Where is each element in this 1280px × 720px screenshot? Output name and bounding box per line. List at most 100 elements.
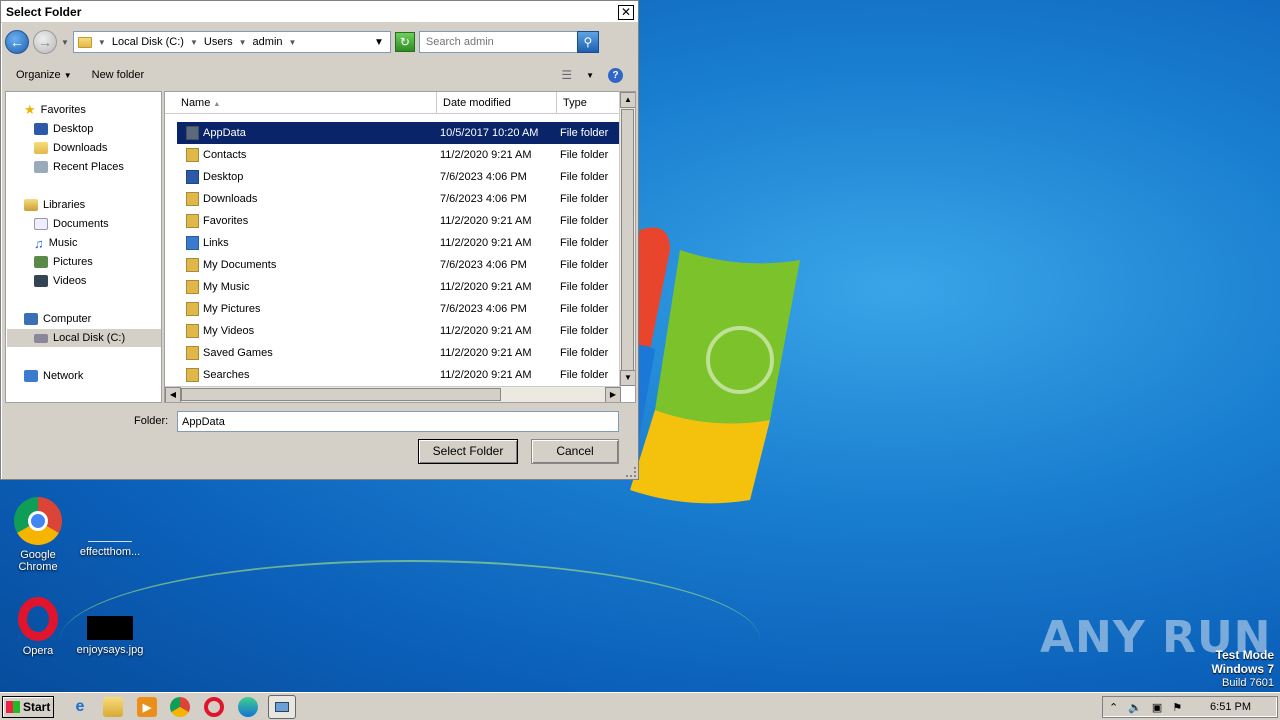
nav-computer[interactable]: Computer [24,310,91,328]
file-row[interactable]: Downloads 7/6/2023 4:06 PM File folder [177,188,621,210]
back-button[interactable]: ← [5,30,29,54]
file-row[interactable]: Desktop 7/6/2023 4:06 PM File folder [177,166,621,188]
windows-icon [6,701,20,713]
nav-local-disk[interactable]: Local Disk (C:) [7,329,161,347]
chevron-down-icon[interactable]: ▼ [190,38,198,47]
nav-recent-places[interactable]: Recent Places [34,158,124,176]
cancel-button[interactable]: Cancel [531,439,619,464]
nav-favorites[interactable]: ★ Favorites [24,101,86,119]
explorer-icon[interactable] [103,697,123,717]
scroll-thumb[interactable] [621,109,634,371]
folder-icon [186,258,199,272]
taskbar: Start e ▶ ⌃ 🔈 ▣ ⚑ 6:51 PM [0,692,1280,720]
image-file-icon [87,616,133,640]
breadcrumb[interactable]: ▼ Local Disk (C:) ▼ Users ▼ admin ▼ ▼ [72,31,391,53]
folder-icon [186,324,199,338]
type-cell: File folder [560,193,609,205]
folder-icon [186,192,199,206]
address-dropdown-icon[interactable]: ▼ [374,37,384,48]
file-row[interactable]: Contacts 11/2/2020 9:21 AM File folder [177,144,621,166]
nav-videos[interactable]: Videos [34,272,86,290]
nav-downloads[interactable]: Downloads [34,139,107,157]
folder-icon [77,36,92,48]
column-name[interactable]: Name ▲ [175,92,437,114]
breadcrumb-item-local-disk[interactable]: Local Disk (C:) [112,36,184,48]
file-row[interactable]: My Videos 11/2/2020 9:21 AM File folder [177,320,621,342]
chevron-down-icon[interactable]: ▼ [98,38,106,47]
file-row[interactable]: My Pictures 7/6/2023 4:06 PM File folder [177,298,621,320]
file-row[interactable]: Saved Games 11/2/2020 9:21 AM File folder [177,342,621,364]
file-name: Saved Games [203,347,273,359]
drive-icon [34,333,48,343]
file-row[interactable]: Searches 11/2/2020 9:21 AM File folder [177,364,621,386]
file-name: Contacts [203,149,247,161]
nav-network[interactable]: Network [24,367,83,385]
chevron-down-icon[interactable]: ▼ [289,38,297,47]
chevron-down-icon[interactable]: ▼ [586,71,594,80]
file-row[interactable]: My Documents 7/6/2023 4:06 PM File folder [177,254,621,276]
nav-documents[interactable]: Documents [34,215,109,233]
nav-desktop[interactable]: Desktop [34,120,93,138]
desktop-icon-chrome[interactable]: Google Chrome [0,497,76,573]
breadcrumb-item-admin[interactable]: admin [253,36,283,48]
name-cell: My Music [177,280,437,294]
name-cell: Contacts [177,148,437,162]
column-type[interactable]: Type [557,92,621,114]
search-icon[interactable]: ⚲ [576,31,599,53]
chrome-icon[interactable] [170,697,190,717]
scroll-right-icon[interactable]: ▶ [605,387,621,402]
scroll-thumb[interactable] [181,388,501,401]
volume-icon[interactable]: 🔈 [1128,701,1142,714]
type-cell: File folder [560,369,609,381]
opera-icon[interactable] [204,697,224,717]
start-button[interactable]: Start [2,696,54,718]
desktop-icon-opera[interactable]: Opera [0,597,76,657]
forward-button[interactable]: → [33,30,57,54]
downloads-icon [34,142,48,154]
desktop-icon-enjoysays[interactable]: enjoysays.jpg [72,616,148,656]
view-options-icon[interactable]: ☰ [561,68,572,82]
command-toolbar: Organize ▼ New folder ☰ ▼ ? [2,61,637,89]
nav-libraries[interactable]: Libraries [24,196,85,214]
name-cell: My Pictures [177,302,437,316]
edge-icon[interactable] [238,697,258,717]
scroll-up-icon[interactable]: ▲ [620,92,635,108]
file-row[interactable]: AppData 10/5/2017 10:20 AM File folder [177,122,621,144]
flag-icon[interactable]: ⚑ [1172,701,1182,714]
search-input[interactable] [425,36,576,48]
new-folder-button[interactable]: New folder [92,69,145,81]
file-row[interactable]: Favorites 11/2/2020 9:21 AM File folder [177,210,621,232]
chevron-down-icon: ▼ [63,71,72,80]
select-folder-task-icon[interactable] [268,695,296,719]
close-button[interactable]: ✕ [618,5,634,20]
ie-icon[interactable]: e [70,697,90,717]
scroll-down-icon[interactable]: ▼ [620,370,635,386]
refresh-button[interactable]: ↻ [394,32,415,52]
resize-grip[interactable] [626,467,636,477]
network-tray-icon[interactable]: ▣ [1152,701,1162,714]
nav-label: Local Disk (C:) [53,332,126,344]
horizontal-scrollbar[interactable]: ◀ ▶ [165,386,621,402]
vertical-scrollbar[interactable]: ▲ ▼ [619,92,635,386]
organize-menu[interactable]: Organize ▼ [16,69,72,81]
select-folder-button[interactable]: Select Folder [418,439,518,464]
folder-field[interactable] [177,411,619,432]
desktop-icon-effectthom[interactable]: effectthom... [72,520,148,558]
nav-pictures[interactable]: Pictures [34,253,93,271]
breadcrumb-item-users[interactable]: Users [204,36,233,48]
scroll-left-icon[interactable]: ◀ [165,387,181,402]
media-player-icon[interactable]: ▶ [137,697,157,717]
date-cell: 11/2/2020 9:21 AM [440,215,532,227]
navigation-pane: ★ Favorites Desktop Downloads Recent Pla… [5,91,162,403]
column-date[interactable]: Date modified [437,92,557,114]
clock[interactable]: 6:51 PM [1210,701,1251,713]
file-row[interactable]: My Music 11/2/2020 9:21 AM File folder [177,276,621,298]
file-row[interactable]: Links 11/2/2020 9:21 AM File folder [177,232,621,254]
nav-music[interactable]: ♫ Music [34,234,77,252]
history-dropdown-icon[interactable]: ▼ [61,38,69,47]
help-icon[interactable]: ? [608,67,623,83]
chevron-down-icon[interactable]: ▼ [239,38,247,47]
name-cell: Desktop [177,170,437,184]
file-list: Name ▲ Date modified Type AppData 10/5/20… [164,91,636,403]
tray-expand-icon[interactable]: ⌃ [1109,701,1118,714]
